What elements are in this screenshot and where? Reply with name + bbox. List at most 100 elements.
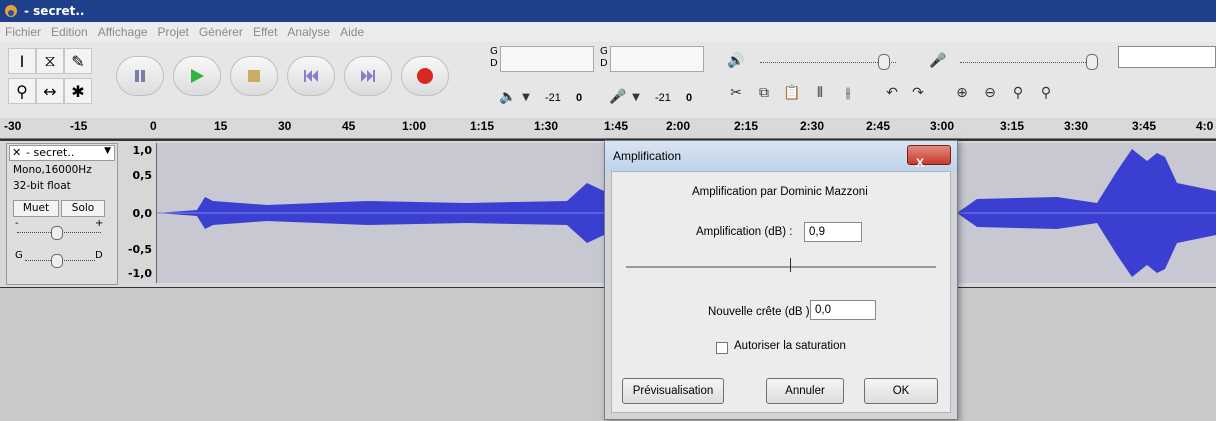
output-volume-icon: 🔊	[727, 53, 745, 69]
gain-max-label: +	[95, 218, 104, 229]
window-title: - secret..	[24, 4, 85, 18]
paste-icon[interactable]: 📋	[780, 82, 804, 104]
play-meter-d-label: D	[490, 58, 498, 69]
track-sample-rate: Mono,16000Hz	[13, 164, 92, 176]
input-volume-thumb[interactable]	[1086, 54, 1098, 70]
y-label: 0,5	[132, 169, 153, 182]
menu-affichage[interactable]: Affichage	[93, 25, 153, 39]
new-peak-label: Nouvelle crête (dB ):	[708, 306, 813, 318]
zoom-in-icon[interactable]: ⊕	[950, 82, 974, 104]
y-label: -0,5	[127, 243, 152, 256]
credit-text: Amplification par Dominic Mazzoni	[692, 186, 868, 198]
ruler-tick-label: 1:00	[402, 119, 427, 133]
allow-clipping-checkbox[interactable]	[716, 342, 728, 354]
menu-projet[interactable]: Projet	[153, 25, 194, 39]
solo-button[interactable]: Solo	[61, 200, 105, 217]
gain-slider-thumb[interactable]	[51, 226, 63, 240]
pause-icon	[135, 70, 145, 82]
selection-tool-icon[interactable]: I	[8, 48, 36, 74]
record-level-meter	[610, 46, 704, 72]
track-control-panel: ✕ - secret.. ▼ Mono,16000Hz 32-bit float…	[6, 143, 118, 285]
timeshift-tool-icon[interactable]: ↔	[36, 78, 64, 104]
fit-selection-icon[interactable]: ⚲	[1006, 82, 1030, 104]
track-format: 32-bit float	[13, 180, 71, 192]
mute-button[interactable]: Muet	[13, 200, 59, 217]
pause-button[interactable]	[116, 56, 164, 96]
amplification-dialog: Amplification X Amplification par Domini…	[604, 140, 958, 420]
record-button[interactable]	[401, 56, 449, 96]
ruler-tick-label: 1:15	[470, 119, 495, 133]
tools-panel: I ⧖ ✎ ⚲ ↔ ✱	[8, 48, 96, 110]
play-meter-dropdown-icon[interactable]: ▼	[514, 86, 538, 108]
output-volume-slider[interactable]	[760, 62, 896, 64]
stop-button[interactable]	[230, 56, 278, 96]
record-meter-d-label: D	[600, 58, 608, 69]
close-button[interactable]: X	[907, 145, 951, 170]
record-meter-dropdown-icon[interactable]: ▼	[624, 86, 648, 108]
menu-analyse[interactable]: Analyse	[282, 25, 335, 39]
app-icon	[5, 5, 17, 17]
pan-slider-thumb[interactable]	[51, 254, 63, 268]
menu-fichier[interactable]: Fichier	[0, 25, 46, 39]
record-meter-g-label: G	[600, 46, 608, 57]
timeline-ruler[interactable]: -30 -15 0 15 30 45 1:00 1:15 1:30 1:45 2…	[0, 118, 1216, 139]
new-peak-input[interactable]: 0,0	[810, 300, 876, 320]
undo-icon[interactable]: ↶	[880, 82, 904, 104]
multi-tool-icon[interactable]: ✱	[64, 78, 92, 104]
zoom-out-icon[interactable]: ⊖	[978, 82, 1002, 104]
play-level-meter	[500, 46, 594, 72]
menu-effet[interactable]: Effet	[248, 25, 282, 39]
record-icon	[417, 68, 433, 84]
cut-icon[interactable]: ✂	[724, 82, 748, 104]
amplitude-axis: 1,0 0,5 0,0 -0,5 -1,0	[118, 143, 157, 283]
trim-icon[interactable]: ⫴	[808, 82, 832, 104]
track-name-menu[interactable]: ✕ - secret.. ▼	[9, 145, 115, 161]
menu-generer[interactable]: Générer	[194, 25, 248, 39]
transport-controls	[116, 56, 449, 96]
ruler-tick-label: 3:15	[1000, 119, 1025, 133]
copy-icon[interactable]: ⧉	[752, 82, 776, 104]
envelope-tool-icon[interactable]: ⧖	[36, 48, 64, 74]
skip-end-button[interactable]	[344, 56, 392, 96]
play-meter-g-label: G	[490, 46, 498, 57]
title-bar: - secret..	[0, 0, 1216, 22]
play-button[interactable]	[173, 56, 221, 96]
record-meter-zero: 0	[686, 92, 693, 104]
cancel-button[interactable]: Annuler	[766, 378, 844, 404]
menu-aide[interactable]: Aide	[335, 25, 369, 39]
amplification-slider[interactable]	[626, 266, 936, 268]
close-track-icon[interactable]: ✕	[12, 146, 21, 159]
ruler-tick-label: 2:15	[734, 119, 759, 133]
fit-project-icon[interactable]: ⚲	[1034, 82, 1058, 104]
output-volume-thumb[interactable]	[878, 54, 890, 70]
ruler-tick-label: -15	[70, 119, 88, 133]
pan-left-label: G	[15, 250, 23, 261]
skip-start-button[interactable]	[287, 56, 335, 96]
draw-tool-icon[interactable]: ✎	[64, 48, 92, 74]
record-meter-scale: -21	[655, 92, 671, 104]
ruler-tick-label: 2:00	[666, 119, 691, 133]
ruler-tick-label: 4:0	[1196, 119, 1214, 133]
input-source-select[interactable]	[1118, 46, 1216, 68]
menu-edition[interactable]: Edition	[46, 25, 93, 39]
ruler-tick-label: 1:45	[604, 119, 629, 133]
ruler-tick-label: 2:30	[800, 119, 825, 133]
silence-icon[interactable]: ⫲	[836, 82, 860, 104]
amplification-label: Amplification (dB) :	[696, 226, 793, 238]
ruler-tick-label: 3:45	[1132, 119, 1157, 133]
ruler-tick-label: 1:30	[534, 119, 559, 133]
input-volume-slider[interactable]	[960, 62, 1096, 64]
zoom-tool-icon[interactable]: ⚲	[8, 78, 36, 104]
play-meter-zero: 0	[576, 92, 583, 104]
skip-end-icon	[361, 70, 375, 82]
amplification-input[interactable]: 0,9	[804, 222, 862, 242]
redo-icon[interactable]: ↷	[906, 82, 930, 104]
preview-button[interactable]: Prévisualisation	[622, 378, 724, 404]
chevron-down-icon[interactable]: ▼	[104, 146, 111, 156]
y-label: -1,0	[127, 267, 152, 280]
ruler-tick-label: 30	[278, 119, 292, 133]
y-label: 0,0	[132, 207, 153, 220]
amplification-slider-thumb[interactable]	[790, 258, 797, 272]
dialog-title-bar[interactable]: Amplification X	[605, 141, 957, 171]
ok-button[interactable]: OK	[864, 378, 938, 404]
